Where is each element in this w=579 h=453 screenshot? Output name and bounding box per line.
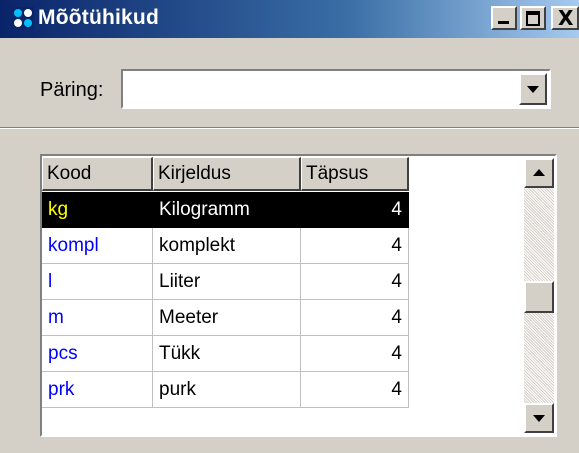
title-bar[interactable]: Mõõtühikud X [0,0,579,38]
column-header-kood[interactable]: Kood [42,157,153,191]
scroll-thumb[interactable] [524,281,554,313]
units-app-icon [12,7,34,29]
cell-kood: kompl [42,228,153,264]
cell-tapsus: 4 [301,336,409,372]
close-button[interactable]: X [551,6,579,30]
cell-tapsus: 4 [301,192,409,228]
units-grid[interactable]: Kood Kirjeldus Täpsus kg Kilogramm 4 kom… [40,154,557,437]
cell-kood: prk [42,372,153,408]
cell-kood: m [42,300,153,336]
arrow-up-icon [533,169,545,176]
window-title: Mõõtühikud [38,6,159,29]
vertical-scrollbar[interactable] [524,158,554,433]
maximize-button[interactable] [520,6,546,30]
column-header-tapsus[interactable]: Täpsus [301,157,409,191]
query-label: Päring: [40,79,104,101]
cell-kirjeldus: Tükk [153,336,301,372]
separator [0,127,579,129]
cell-kirjeldus: komplekt [153,228,301,264]
cell-kood: pcs [42,336,153,372]
table-row[interactable]: kg Kilogramm 4 [42,192,414,228]
scroll-down-button[interactable] [524,403,554,433]
table-row[interactable]: prk purk 4 [42,372,414,408]
cell-tapsus: 4 [301,300,409,336]
cell-kirjeldus: Meeter [153,300,301,336]
cell-kirjeldus: Liiter [153,264,301,300]
minimize-button[interactable] [491,6,517,30]
cell-kirjeldus: Kilogramm [153,192,301,228]
table-row[interactable]: pcs Tükk 4 [42,336,414,372]
cell-kood: kg [42,192,153,228]
cell-tapsus: 4 [301,372,409,408]
query-combobox[interactable] [121,69,551,109]
table-row[interactable]: l Liiter 4 [42,264,414,300]
cell-tapsus: 4 [301,228,409,264]
chevron-down-icon [527,86,539,93]
scroll-up-button[interactable] [524,158,554,188]
units-window: Mõõtühikud X Päring: Kood Kirjeldus Täps… [0,0,579,453]
cell-kood: l [42,264,153,300]
cell-kirjeldus: purk [153,372,301,408]
query-input[interactable] [127,75,521,105]
column-header-kirjeldus[interactable]: Kirjeldus [153,157,301,191]
table-row[interactable]: m Meeter 4 [42,300,414,336]
arrow-down-icon [533,415,545,422]
cell-tapsus: 4 [301,264,409,300]
table-row[interactable]: kompl komplekt 4 [42,228,414,264]
query-dropdown-button[interactable] [519,73,547,105]
close-icon: X [558,6,574,30]
